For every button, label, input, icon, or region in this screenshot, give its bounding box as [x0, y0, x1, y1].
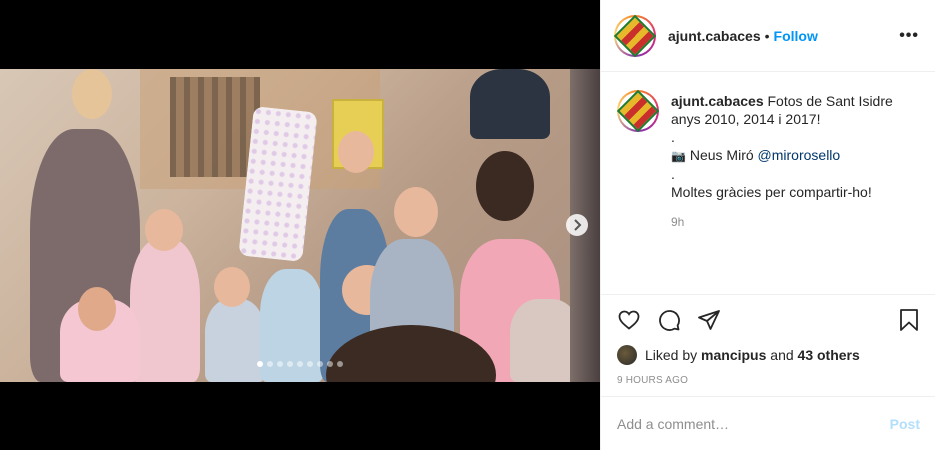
comment-button[interactable]: [657, 303, 697, 337]
caption-dot: .: [671, 129, 675, 145]
credit-mention-link[interactable]: @mirorosello: [758, 147, 841, 163]
photo-head: [476, 151, 534, 221]
carousel-indicator: [257, 361, 343, 367]
share-icon: [698, 310, 720, 330]
caption-dot: .: [671, 166, 675, 182]
action-icon-row: [617, 303, 920, 337]
post-actions: Liked by mancipus and 43 others 9 HOURS …: [601, 294, 935, 386]
photo-head: [145, 209, 183, 251]
carousel-dot: [257, 361, 263, 367]
municipal-logo-icon: [616, 89, 660, 133]
header-username[interactable]: ajunt.cabaces: [668, 28, 761, 44]
header-separator: •: [764, 27, 770, 44]
caption-body: ajunt.cabaces Fotos de Sant Isidre anys …: [671, 90, 893, 231]
likes-and: and: [770, 347, 794, 363]
carousel-dot: [297, 361, 303, 367]
avatar-inner: [616, 89, 660, 133]
carousel-dot: [337, 361, 343, 367]
photo-person: [470, 69, 550, 139]
heart-icon: [618, 310, 640, 330]
post-media: [0, 0, 600, 450]
caption-time[interactable]: 9h: [671, 213, 893, 231]
photo-person: [205, 299, 265, 382]
post-photo[interactable]: [0, 69, 600, 382]
follow-button[interactable]: Follow: [774, 28, 818, 44]
carousel-dot: [307, 361, 313, 367]
carousel-dot: [277, 361, 283, 367]
save-button[interactable]: [894, 303, 920, 337]
caption-credit: 📷 Neus Miró @mirorosello: [671, 146, 893, 165]
post-comment-button[interactable]: Post: [890, 416, 920, 432]
caption-avatar[interactable]: [616, 89, 660, 133]
comment-input[interactable]: [617, 415, 890, 432]
bookmark-icon: [900, 309, 918, 331]
likes-others-link[interactable]: 43 others: [798, 347, 860, 363]
liker-avatar[interactable]: [617, 345, 637, 365]
avatar-inner: [613, 14, 657, 57]
comment-form: Post: [601, 396, 935, 450]
caption-line: ajunt.cabaces Fotos de Sant Isidre: [671, 92, 893, 110]
photo-head: [338, 131, 374, 173]
post-sidebar: ajunt.cabaces • Follow ••• ajunt.cabaces…: [600, 0, 935, 450]
carousel-dot: [327, 361, 333, 367]
photo-head: [78, 287, 116, 331]
chevron-right-icon: [574, 219, 582, 231]
photo-head: [394, 187, 438, 237]
carousel-dot: [267, 361, 273, 367]
carousel-dot: [287, 361, 293, 367]
liker-username[interactable]: mancipus: [701, 347, 766, 363]
caption-line: anys 2010, 2014 i 2017!: [671, 111, 821, 127]
photo-head: [72, 69, 112, 119]
comment-icon: [659, 310, 680, 331]
share-button[interactable]: [697, 303, 737, 337]
avatar[interactable]: [613, 14, 657, 57]
carousel-dot: [317, 361, 323, 367]
camera-icon: 📷: [671, 149, 686, 163]
photo-head: [214, 267, 250, 307]
photo-window: [170, 77, 260, 177]
likes-summary: Liked by mancipus and 43 others: [617, 345, 920, 365]
likes-prefix: Liked by: [645, 347, 698, 363]
credit-name: Neus Miró: [689, 147, 754, 163]
municipal-logo-icon: [613, 14, 657, 57]
caption-text: Fotos de Sant Isidre: [767, 93, 893, 109]
more-options-button[interactable]: •••: [899, 27, 919, 45]
carousel-next-button[interactable]: [566, 214, 588, 236]
caption-username[interactable]: ajunt.cabaces: [671, 93, 764, 109]
like-button[interactable]: [617, 303, 657, 337]
post-caption: ajunt.cabaces Fotos de Sant Isidre anys …: [601, 72, 935, 249]
post-timestamp[interactable]: 9 HOURS AGO: [617, 375, 920, 386]
caption-thanks: Moltes gràcies per compartir-ho!: [671, 184, 872, 200]
post-header: ajunt.cabaces • Follow •••: [601, 0, 935, 72]
photo-person: [130, 239, 200, 382]
